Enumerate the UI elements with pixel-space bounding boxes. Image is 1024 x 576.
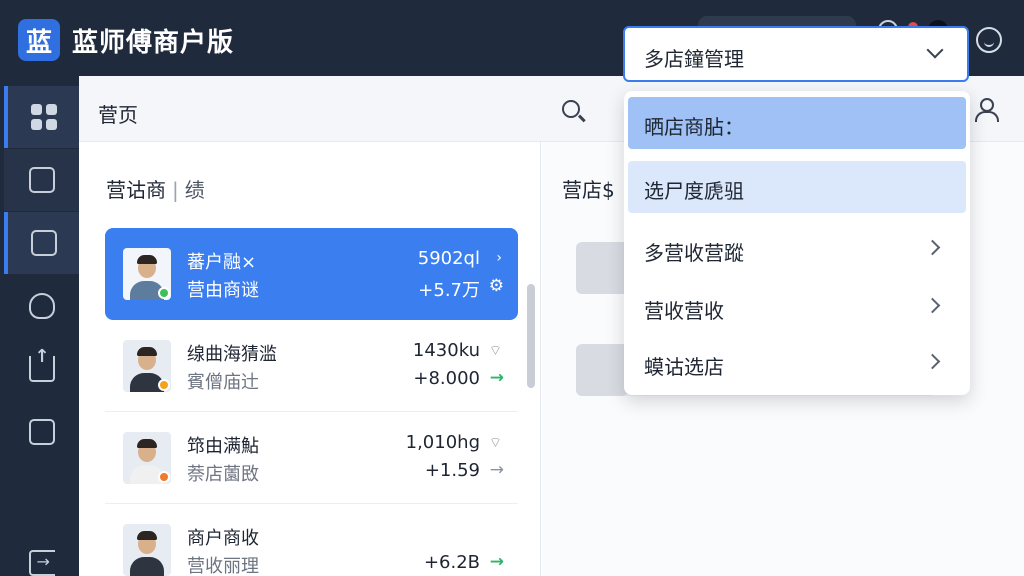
panel-heading: 营诂商 | 绩: [106, 174, 205, 203]
arrow-right-icon: →: [489, 552, 504, 572]
merchant-item[interactable]: 蕃户融× 营由商谜 5902ql +5.7万 › ⚙: [105, 228, 518, 320]
panel-heading-title: 营诂商: [106, 178, 166, 202]
menu-item-label: 晒店商胋：: [644, 115, 744, 139]
merchant-name: 缐曲海猜滥: [187, 344, 277, 365]
store-select-menu: 晒店商胋： 选⼫度虒驵 多营收营蹤 营收营收 蟆诂选店: [624, 91, 970, 395]
gear-icon[interactable]: ⚙: [489, 276, 504, 296]
merchant-subtitle: 营由商谜: [187, 280, 259, 301]
app-logo: 蓝: [18, 19, 60, 61]
logout-icon: [28, 550, 55, 576]
menu-item[interactable]: 多营收营蹤: [628, 223, 966, 275]
merchant-item[interactable]: 商户商收 营收丽理 +6.2B →: [105, 504, 518, 576]
document-icon: [30, 230, 57, 256]
sidebar-item-reports[interactable]: [4, 149, 79, 211]
menu-item[interactable]: 晒店商胋：: [628, 97, 966, 149]
sidebar-item-logout[interactable]: [4, 532, 79, 576]
headset-icon: [28, 293, 55, 319]
merchant-change: +6.2B: [423, 552, 480, 573]
dashboard-icon: [30, 104, 57, 130]
merchant-item[interactable]: 缐曲海猜滥 賓僧庙辻 1430ku +8.000 ⌔ →: [105, 320, 518, 412]
search-icon[interactable]: [562, 100, 580, 118]
status-dot-icon: [158, 287, 170, 299]
sidebar-item-documents[interactable]: [4, 212, 79, 274]
status-dot-icon: [158, 471, 170, 483]
menu-item-label: 多营收营蹤: [644, 241, 744, 265]
merchant-item[interactable]: 筇由满鮎 萘店薗敃 1,010hg +1.59 ⌔ →: [105, 412, 518, 504]
arrow-right-icon: →: [489, 460, 504, 480]
arrow-right-icon: →: [489, 368, 504, 388]
panel-heading-suffix: 绩: [184, 178, 205, 202]
menu-item-label: 蟆诂选店: [644, 355, 724, 379]
chevron-right-icon: [924, 353, 941, 370]
avatar: [123, 340, 171, 392]
smile-icon[interactable]: [976, 27, 1002, 53]
scrollbar[interactable]: [527, 284, 535, 388]
status-dot-icon: [158, 379, 170, 391]
page-title: 菅页: [98, 103, 138, 127]
merchant-change: +1.59: [424, 460, 480, 481]
trend-icon: ⌔: [488, 435, 502, 451]
avatar: [123, 248, 171, 300]
calendar-icon: [28, 419, 55, 445]
store-select-dropdown[interactable]: 多店鐘管理: [623, 26, 969, 82]
merchant-subtitle: 营收丽理: [187, 556, 259, 576]
app-title: 蓝师傅商户版: [72, 28, 235, 58]
store-select-value: 多店鐘管理: [644, 47, 744, 71]
avatar: [123, 524, 171, 576]
menu-item[interactable]: 选⼫度虒驵: [628, 161, 966, 213]
merchant-value: 1,010hg: [405, 432, 480, 453]
chevron-right-icon: ›: [496, 250, 502, 266]
sidebar-item-dashboard[interactable]: [4, 86, 79, 148]
merchant-name: 蕃户融×: [187, 252, 257, 273]
merchant-name: 筇由满鮎: [187, 436, 259, 457]
trend-icon: ⌔: [488, 343, 502, 359]
panel-heading-separator: |: [172, 178, 179, 202]
merchant-value: 5902ql: [417, 248, 480, 269]
merchant-change: +8.000: [413, 368, 480, 389]
merchant-change: +5.7万: [418, 280, 480, 301]
avatar: [123, 432, 171, 484]
sidebar-item-calendar[interactable]: [4, 401, 79, 463]
sidebar-item-upload[interactable]: [4, 338, 79, 400]
menu-item-label: 选⼫度虒驵: [644, 179, 744, 203]
menu-item-label: 营收营收: [644, 299, 724, 323]
report-icon: [28, 167, 55, 193]
merchant-subtitle: 萘店薗敃: [187, 464, 259, 485]
menu-item[interactable]: 蟆诂选店: [628, 337, 966, 389]
user-icon[interactable]: [974, 98, 999, 122]
chevron-right-icon: [924, 239, 941, 256]
merchant-value: 1430ku: [412, 340, 480, 361]
upload-icon: [28, 346, 55, 382]
store-panel-heading: 营店$: [562, 178, 615, 202]
chevron-right-icon: [924, 297, 941, 314]
sidebar-item-support[interactable]: [4, 275, 79, 337]
chevron-down-icon: [926, 41, 944, 59]
merchant-name: 商户商收: [187, 528, 259, 549]
sidebar: [0, 76, 79, 576]
menu-item[interactable]: 营收营收: [628, 281, 966, 333]
merchant-list-panel: 营诂商 | 绩 蕃户融× 营由商谜 5902ql +5.7万 › ⚙ 缐曲海猜滥 賓…: [79, 142, 541, 576]
merchant-subtitle: 賓僧庙辻: [187, 372, 259, 393]
